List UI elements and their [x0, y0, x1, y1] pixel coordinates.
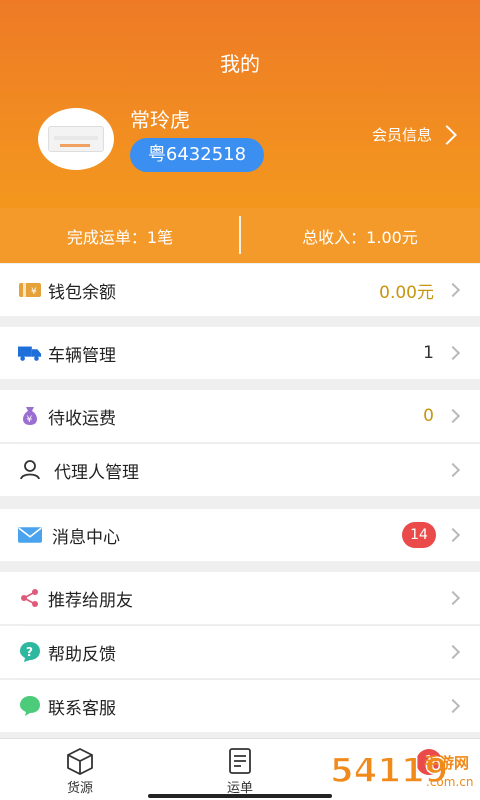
member-info-label: 会员信息: [371, 126, 432, 144]
chevron-right-icon: [445, 698, 461, 714]
service-label: 联系客服: [48, 698, 116, 719]
truck-icon: [18, 341, 42, 365]
chat-bubble-icon: [18, 694, 42, 718]
chevron-right-icon: [445, 282, 461, 298]
member-info-link[interactable]: 会员信息: [372, 124, 458, 145]
total-income: 总收入：1.00元: [302, 227, 418, 247]
stats-divider: [239, 216, 241, 254]
tab-waybill[interactable]: 运单: [160, 739, 320, 800]
chevron-right-icon: [445, 527, 461, 543]
menu-recommend[interactable]: 推荐给朋友: [0, 572, 480, 624]
wallet-icon: ¥: [18, 278, 42, 302]
completed-orders: 完成运单：1笔: [66, 227, 174, 247]
tab-label: 货源: [66, 781, 93, 796]
plate-number-badge: 粤6432518: [130, 138, 264, 172]
pending-label: 待收运费: [48, 408, 116, 429]
messages-label: 消息中心: [52, 527, 120, 548]
envelope-icon: [18, 523, 42, 547]
recommend-label: 推荐给朋友: [48, 590, 133, 611]
vehicle-count: 1: [423, 343, 434, 363]
wallet-label: 钱包余额: [48, 282, 116, 303]
svg-text:¥: ¥: [27, 415, 33, 425]
share-icon: [18, 586, 42, 610]
avatar[interactable]: [38, 108, 114, 170]
help-icon: ?: [18, 640, 42, 664]
user-name: 常玲虎: [130, 108, 190, 132]
svg-text:¥: ¥: [31, 287, 37, 297]
chevron-right-icon: [437, 124, 457, 145]
chevron-right-icon: [445, 408, 461, 424]
menu-help[interactable]: ? 帮助反馈: [0, 626, 480, 678]
menu-pending-freight[interactable]: ¥ 待收运费 0: [0, 390, 480, 442]
menu-customer-service[interactable]: 联系客服: [0, 680, 480, 732]
money-bag-icon: ¥: [18, 404, 42, 428]
menu-messages[interactable]: 消息中心 14: [0, 509, 480, 561]
site-watermark-logo: 54119 手游网 .com.cn: [329, 750, 473, 792]
home-indicator: [148, 794, 332, 798]
chevron-right-icon: [445, 345, 461, 361]
help-label: 帮助反馈: [48, 644, 116, 665]
page-title: 我的: [220, 52, 260, 76]
vehicle-label: 车辆管理: [48, 345, 116, 366]
menu-agent[interactable]: 代理人管理: [0, 444, 480, 496]
tab-cargo-source[interactable]: 货源: [0, 739, 160, 800]
unread-count-badge: 14: [402, 522, 436, 548]
agent-label: 代理人管理: [54, 462, 139, 483]
pending-value: 0: [423, 406, 434, 426]
svg-text:?: ?: [26, 645, 33, 659]
stats-bar: 完成运单：1笔 总收入：1.00元: [0, 208, 480, 263]
wallet-value: 0.00元: [379, 282, 434, 303]
svg-text:手游网: 手游网: [424, 754, 469, 772]
box-icon: [67, 747, 93, 775]
svg-text:.com.cn: .com.cn: [426, 775, 473, 789]
menu-vehicle[interactable]: 车辆管理 1: [0, 327, 480, 379]
menu-wallet[interactable]: ¥ 钱包余额 0.00元: [0, 264, 480, 316]
chevron-right-icon: [445, 590, 461, 606]
chevron-right-icon: [445, 462, 461, 478]
person-icon: [18, 458, 42, 482]
chevron-right-icon: [445, 644, 461, 660]
waybill-icon: [229, 748, 251, 774]
